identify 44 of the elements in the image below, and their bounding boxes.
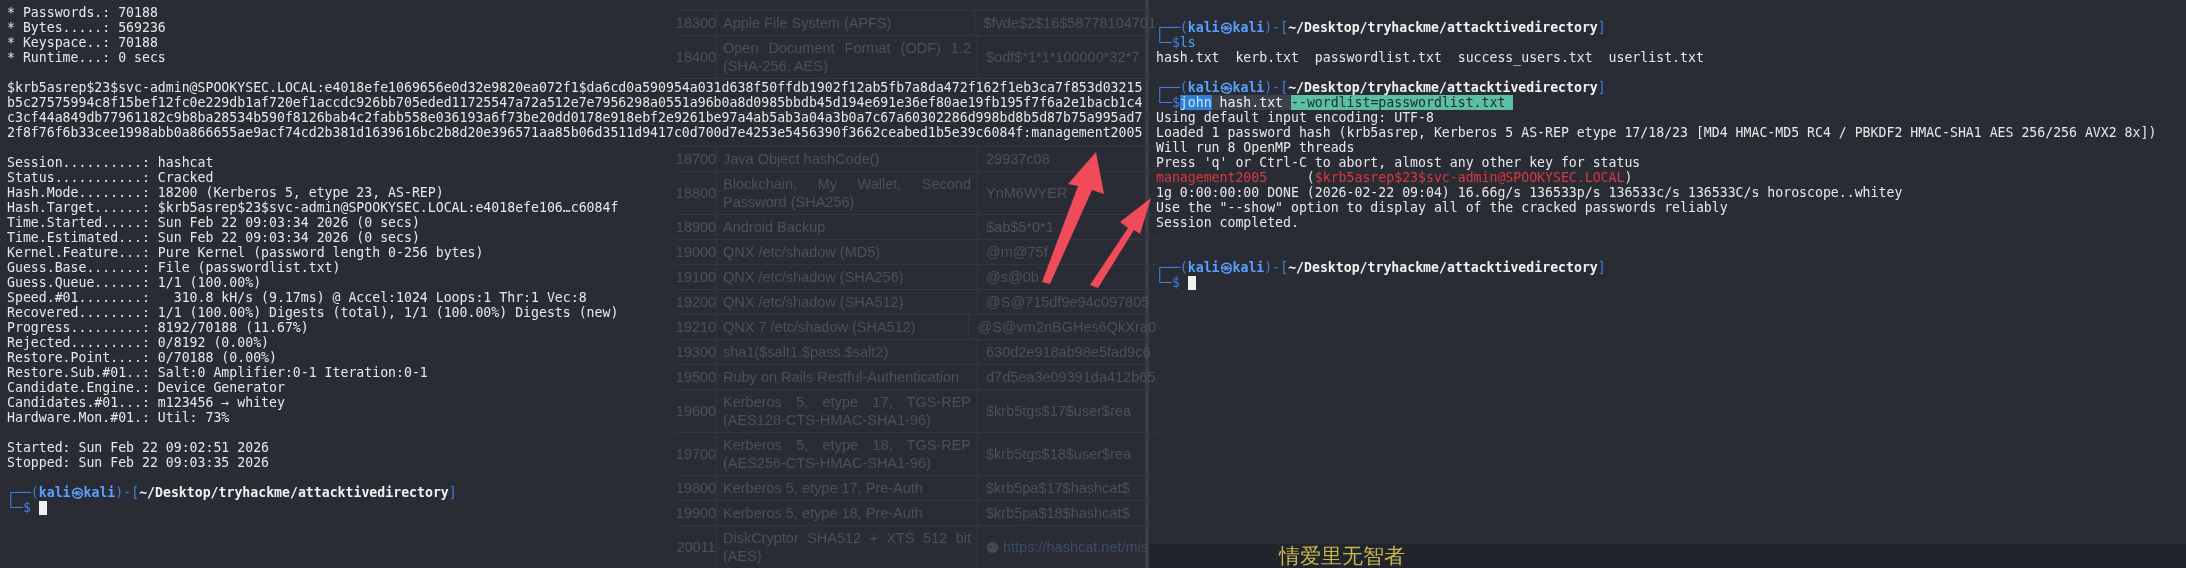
terminal-line: Recovered........: 1/1 (100.00%) Digests (total), 1/1 (100.00%) Digests (new) — [7, 305, 619, 320]
terminal-line: Restore.Point....: 0/70188 (0.00%) — [7, 350, 277, 365]
command-line: └─$ — [1156, 275, 1180, 290]
terminal-line: Speed.#01........: 310.8 kH/s (9.17ms) @ Accel:1024 Loops:1 Thr:1 Vec:8 — [7, 290, 587, 305]
terminal-line: Time.Started.....: Sun Feb 22 09:03:34 2026 (0 secs) — [7, 215, 420, 230]
terminal-line: Restore.Sub.#01..: Salt:0 Amplifier:0-1 Iteration:0-1 — [7, 365, 428, 380]
command-line: └─$ — [7, 500, 31, 515]
terminal-line: Kernel.Feature...: Pure Kernel (password length 0-256 bytes) — [7, 245, 484, 260]
command-line: └─$john hash.txt --wordlist=passwordlist.txt — [1156, 95, 1514, 110]
terminal-line: Guess.Base.......: File (passwordlist.txt) — [7, 260, 341, 275]
terminal-line: * Bytes.....: 569236 — [7, 20, 166, 35]
globe-icon — [986, 540, 999, 554]
terminal-line: Guess.Queue......: 1/1 (100.00%) — [7, 275, 262, 290]
terminal-line: Session completed. — [1156, 215, 1299, 230]
terminal-line: Time.Estimated...: Sun Feb 22 09:03:34 2026 (0 secs) — [7, 230, 420, 245]
terminal-line: Candidates.#01...: m123456 → whitey — [7, 395, 285, 410]
prompt-line: ┌──(kali㉿kali)-[~/Desktop/tryhackme/attacktivedirectory] — [1156, 260, 1606, 275]
terminal-line: Rejected.........: 0/8192 (0.00%) — [7, 335, 269, 350]
terminal-line: 1g 0:00:00:00 DONE (2026-02-22 09:04) 16.66g/s 136533p/s 136533c/s 136533C/s horoscope..whitey — [1156, 185, 1903, 200]
terminal-line: Using default input encoding: UTF-8 — [1156, 110, 1434, 125]
terminal-line: Hash.Target......: $krb5asrep$23$svc-admin@SPOOKYSEC.LOCAL:e4018efe106…c6084f — [7, 200, 619, 215]
cracked-password-line: management2005 ($krb5asrep$23$svc-admin@SPOOKYSEC.LOCAL) — [1156, 170, 1633, 185]
terminal-line: Status...........: Cracked — [7, 170, 214, 185]
terminal-line: Session..........: hashcat — [7, 155, 214, 170]
terminal-line: Started: Sun Feb 22 09:02:51 2026 — [7, 440, 269, 455]
lyrics-text: 情爱里无智者 — [1279, 544, 1405, 568]
terminal-line: Use the "--show" option to display all of the cracked passwords reliably — [1156, 200, 1728, 215]
prompt-line: ┌──(kali㉿kali)-[~/Desktop/tryhackme/attacktivedirectory] — [7, 485, 457, 500]
prompt-line: ┌──(kali㉿kali)-[~/Desktop/tryhackme/attacktivedirectory] — [1156, 20, 1606, 35]
terminal-line: Candidate.Engine.: Device Generator — [7, 380, 285, 395]
terminal-line: * Passwords.: 70188 — [7, 5, 158, 20]
terminal-line: Hash.Mode........: 18200 (Kerberos 5, etype 23, AS-REP) — [7, 185, 444, 200]
terminal-line: Loaded 1 password hash (krb5asrep, Kerberos 5 AS-REP etype 17/18/23 [MD4 HMAC-MD5 RC4 / PBKDF2 HMAC-SHA1 AES 256/256 AVX2 8x]) — [1156, 125, 2157, 140]
terminal-line: hash.txt kerb.txt passwordlist.txt success_users.txt userlist.txt — [1156, 50, 1704, 65]
terminal-line: Press 'q' or Ctrl-C to abort, almost any other key for status — [1156, 155, 1641, 170]
terminal-line: Hardware.Mon.#01.: Util: 73% — [7, 410, 230, 425]
hash-output: $krb5asrep$23$svc-admin@SPOOKYSEC.LOCAL:e4018efe1069656e0d32e9820ea072f1$da6cd0a590954a031d638f50ffdb1902f12ab5fb7a8da472f162f1eb3ca7f853d03215b5c27575994c8f15bef12fc0e229db1af720ef1accdc926bb705eded11725547a72a512e7e7956298a0551a96b0a8d0985bbdb45d194e691e36ef80ae19fb195f7f6a2e1bacb1c4c3cf44a849db77961182c9b8ba28534b590f8126bab4c2fabb558e036193a6f73be20dd0178e918ebf2e9261be97a4ab5ab3a04a3b0a7c67a60302286d998bd8b5d87b75a995ad72f8f76f6b33cee1998abb0a866655ae9acf74cd2b381d1639616bc2b8d20e396571aa85b06d3511d9417c0d700d7e4253e5456390f3662ceabed1b5e39c6084f:management2005 — [7, 80, 1143, 140]
terminal-line: * Runtime...: 0 secs — [7, 50, 166, 65]
terminal-line: * Keyspace..: 70188 — [7, 35, 158, 50]
terminal-line: Stopped: Sun Feb 22 09:03:35 2026 — [7, 455, 269, 470]
command-line: └─$ls — [1156, 35, 1196, 50]
terminal-line: Will run 8 OpenMP threads — [1156, 140, 1355, 155]
terminal-line: Progress.........: 8192/70188 (11.67%) — [7, 320, 309, 335]
prompt-line: ┌──(kali㉿kali)-[~/Desktop/tryhackme/attacktivedirectory] — [1156, 80, 1606, 95]
